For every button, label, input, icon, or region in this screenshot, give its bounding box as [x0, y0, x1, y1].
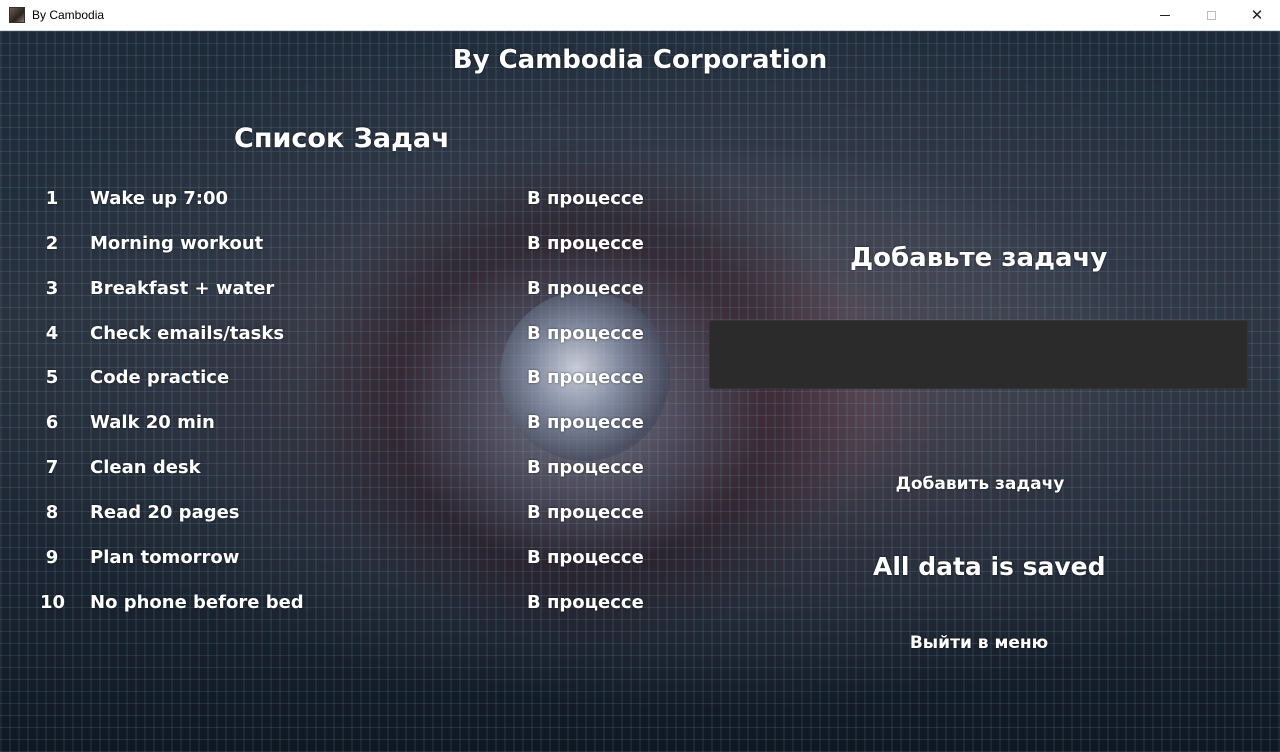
app-icon	[9, 7, 25, 23]
add-task-heading: Добавьте задачу	[850, 243, 1108, 273]
task-status[interactable]: В процессе	[527, 233, 644, 254]
close-button[interactable]: ✕	[1234, 0, 1280, 30]
title-bar[interactable]: By Cambodia ✕	[0, 0, 1280, 31]
task-list-heading: Список Задач	[234, 123, 450, 154]
task-status[interactable]: В процессе	[527, 367, 644, 388]
task-status[interactable]: В процессе	[527, 592, 644, 613]
background-image: By Cambodia Corporation Список Задач 1 Wa…	[0, 31, 1280, 752]
task-status[interactable]: В процессе	[527, 188, 644, 209]
task-number: 4	[45, 323, 59, 344]
task-number: 9	[45, 547, 59, 568]
task-number: 5	[45, 367, 59, 388]
window-title: By Cambodia	[32, 8, 105, 22]
task-number: 2	[45, 233, 59, 254]
task-row[interactable]: 2 Morning workout В процессе	[0, 233, 700, 263]
task-status[interactable]: В процессе	[527, 323, 644, 344]
task-title: Read 20 pages	[90, 502, 240, 523]
app-window: By Cambodia ✕ By Cambodia Corporation Сп…	[0, 0, 1280, 752]
task-title: Wake up 7:00	[90, 188, 229, 209]
task-row[interactable]: 7 Clean desk В процессе	[0, 457, 700, 487]
task-row[interactable]: 8 Read 20 pages В процессе	[0, 502, 700, 532]
task-title: No phone before bed	[90, 592, 304, 613]
page-title: By Cambodia Corporation	[452, 45, 828, 75]
task-number: 6	[45, 412, 59, 433]
task-number: 1	[45, 188, 59, 209]
task-status[interactable]: В процессе	[527, 547, 644, 568]
task-number: 7	[45, 457, 59, 478]
task-title: Plan tomorrow	[90, 547, 240, 568]
task-number: 3	[45, 278, 59, 299]
task-title: Morning workout	[90, 233, 264, 254]
save-status: All data is saved	[873, 552, 1106, 581]
task-row[interactable]: 5 Code practice В процессе	[0, 367, 700, 397]
exit-to-menu-button[interactable]: Выйти в меню	[890, 628, 1068, 658]
task-status[interactable]: В процессе	[527, 412, 644, 433]
task-row[interactable]: 6 Walk 20 min В процессе	[0, 412, 700, 442]
add-task-button[interactable]: Добавить задачу	[880, 469, 1080, 499]
task-row[interactable]: 10 No phone before bed В процессе	[0, 592, 700, 622]
task-title: Clean desk	[90, 457, 201, 478]
maximize-icon	[1206, 10, 1216, 20]
task-number: 10	[40, 592, 66, 613]
task-row[interactable]: 1 Wake up 7:00 В процессе	[0, 188, 700, 218]
maximize-button[interactable]	[1188, 0, 1234, 30]
task-row[interactable]: 9 Plan tomorrow В процессе	[0, 547, 700, 577]
task-title: Check emails/tasks	[90, 323, 285, 344]
task-status[interactable]: В процессе	[527, 502, 644, 523]
task-status[interactable]: В процессе	[527, 278, 644, 299]
task-row[interactable]: 3 Breakfast + water В процессе	[0, 278, 700, 308]
task-number: 8	[45, 502, 59, 523]
minimize-icon	[1160, 14, 1170, 16]
task-title: Walk 20 min	[90, 412, 215, 433]
task-row[interactable]: 4 Check emails/tasks В процессе	[0, 323, 700, 353]
task-title: Code practice	[90, 367, 230, 388]
minimize-button[interactable]	[1142, 0, 1188, 30]
task-input[interactable]	[709, 320, 1248, 389]
task-title: Breakfast + water	[90, 278, 275, 299]
task-status[interactable]: В процессе	[527, 457, 644, 478]
close-icon: ✕	[1250, 6, 1264, 24]
